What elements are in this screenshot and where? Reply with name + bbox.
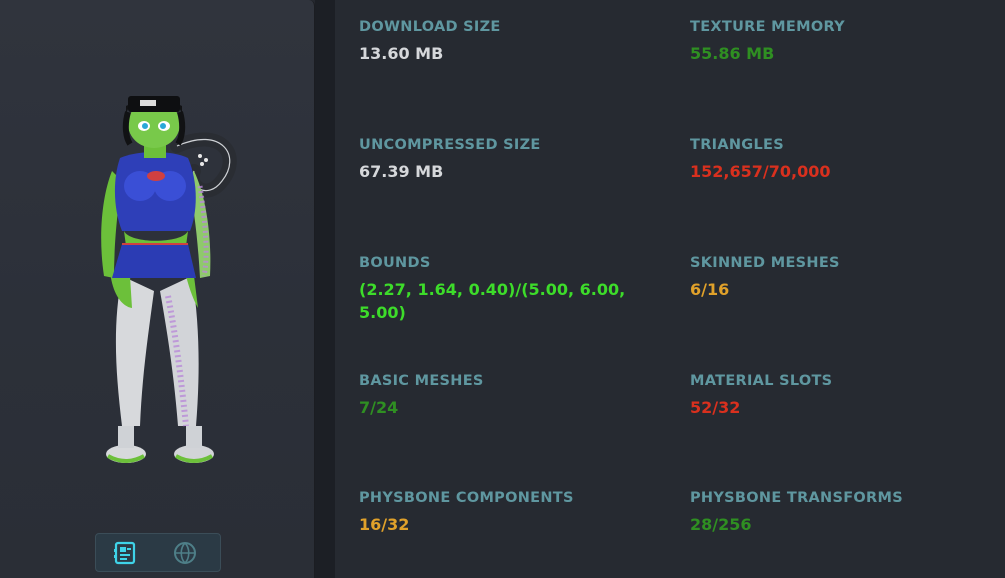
stat-label: PHYSBONE COMPONENTS [359,490,574,506]
globe-icon [174,542,196,564]
details-view-button[interactable] [111,539,139,567]
stat-triangles: TRIANGLES 152,657/70,000 [690,136,990,183]
performance-stats: DOWNLOAD SIZE 13.60 MB TEXTURE MEMORY 55… [335,0,1005,578]
stat-label: MATERIAL SLOTS [690,373,833,389]
stat-value: 13.60 MB [359,44,444,63]
stat-label: SKINNED MESHES [690,255,840,271]
stat-physbone-transforms: PHYSBONE TRANSFORMS 28/256 [690,489,990,536]
stat-value: 55.86 MB [690,44,775,63]
stat-texture-memory: TEXTURE MEMORY 55.86 MB [690,18,990,65]
panel-divider [315,0,335,578]
stat-uncompressed-size: UNCOMPRESSED SIZE 67.39 MB [359,136,659,183]
stat-value: (2.27, 1.64, 0.40)/(5.00, 6.00, 5.00) [359,280,626,322]
stat-label: TEXTURE MEMORY [690,19,845,35]
stat-value: 6/16 [690,280,730,299]
avatar-preview-panel [0,0,315,578]
stat-bounds: BOUNDS (2.27, 1.64, 0.40)/(5.00, 6.00, 5… [359,254,659,324]
stat-label: PHYSBONE TRANSFORMS [690,490,903,506]
details-icon [114,541,136,565]
stat-value: 52/32 [690,398,741,417]
globe-view-button[interactable] [171,539,199,567]
stat-value: 16/32 [359,515,410,534]
stat-value: 7/24 [359,398,399,417]
stat-label: UNCOMPRESSED SIZE [359,137,541,153]
stat-label: DOWNLOAD SIZE [359,19,501,35]
stat-value: 28/256 [690,515,752,534]
view-toggle-group [95,533,221,572]
stat-label: TRIANGLES [690,137,784,153]
stat-value: 152,657/70,000 [690,162,831,181]
avatar-3d-preview[interactable] [82,86,242,470]
stat-download-size: DOWNLOAD SIZE 13.60 MB [359,18,659,65]
stat-label: BASIC MESHES [359,373,484,389]
stat-label: BOUNDS [359,255,431,271]
stat-skinned-meshes: SKINNED MESHES 6/16 [690,254,990,301]
stat-material-slots: MATERIAL SLOTS 52/32 [690,372,990,419]
stat-physbone-components: PHYSBONE COMPONENTS 16/32 [359,489,659,536]
stat-basic-meshes: BASIC MESHES 7/24 [359,372,659,419]
avatar-performance-view: DOWNLOAD SIZE 13.60 MB TEXTURE MEMORY 55… [0,0,1005,578]
stat-value: 67.39 MB [359,162,444,181]
